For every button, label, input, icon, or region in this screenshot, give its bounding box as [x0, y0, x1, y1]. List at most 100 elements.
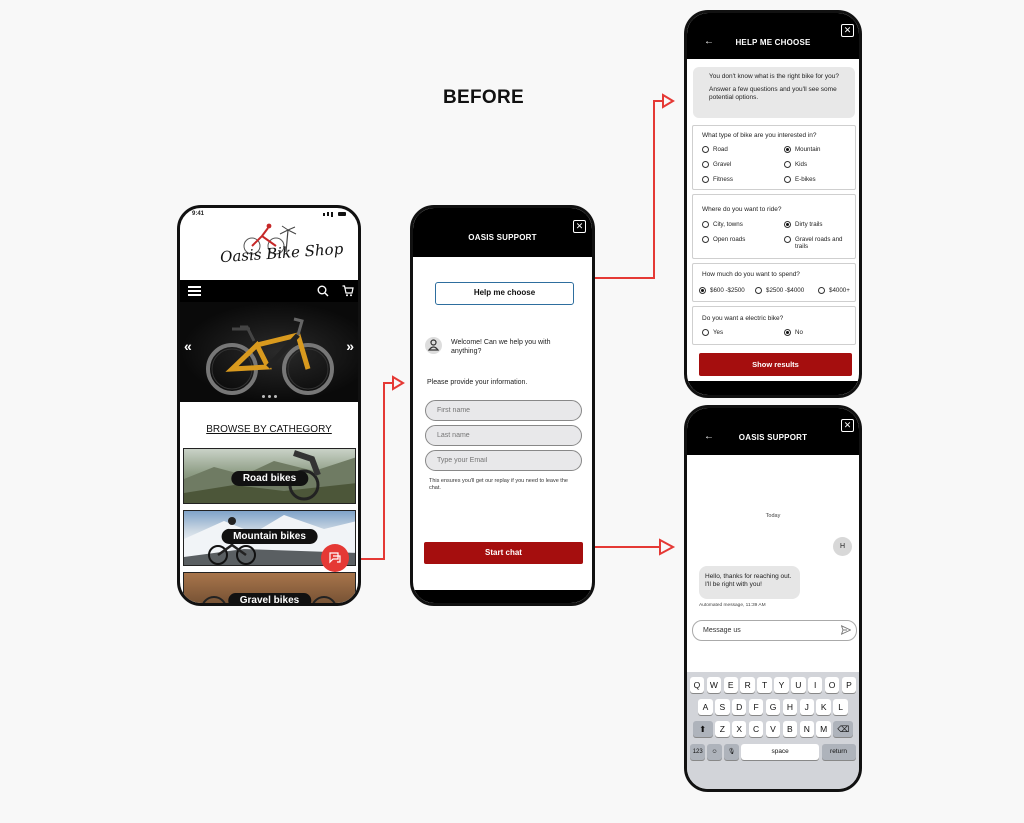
- key[interactable]: W: [706, 677, 722, 693]
- bottom-bar: [413, 590, 592, 603]
- message-input[interactable]: Message us: [692, 620, 857, 641]
- key[interactable]: Q: [689, 677, 705, 693]
- key[interactable]: V: [765, 721, 781, 737]
- key[interactable]: L: [833, 699, 848, 715]
- user-icon: [428, 339, 439, 351]
- option-e-bikes[interactable]: E-bikes: [784, 176, 816, 183]
- microphone-icon[interactable]: 🎙: [724, 744, 739, 760]
- keyboard-row-3: ⬆ Z X C V B N M ⌫: [687, 721, 859, 737]
- last-name-field[interactable]: [425, 425, 582, 446]
- question-budget: How much do you want to spend? $600 -$25…: [692, 263, 856, 302]
- key[interactable]: N: [799, 721, 815, 737]
- option-gravel-roads[interactable]: Gravel roads and trails: [784, 236, 850, 250]
- chat-fab-button[interactable]: [321, 544, 349, 572]
- key[interactable]: B: [782, 721, 798, 737]
- option-2500-4000[interactable]: $2500 -$4000: [755, 287, 804, 294]
- menu-icon[interactable]: [188, 286, 201, 296]
- start-chat-button[interactable]: Start chat: [424, 542, 583, 564]
- radio-button-selected[interactable]: [784, 221, 791, 228]
- keyboard-row-4: 123 ☺ 🎙 space return: [687, 744, 859, 760]
- option-mountain[interactable]: Mountain: [784, 146, 820, 153]
- key[interactable]: X: [731, 721, 747, 737]
- cart-icon[interactable]: [342, 285, 354, 297]
- key[interactable]: C: [748, 721, 764, 737]
- option-no[interactable]: No: [784, 329, 803, 336]
- question-label: Where do you want to ride?: [702, 206, 782, 213]
- key[interactable]: O: [824, 677, 840, 693]
- key[interactable]: A: [698, 699, 713, 715]
- option-600-2500[interactable]: $600 -$2500: [699, 287, 745, 294]
- first-name-field[interactable]: [425, 400, 582, 421]
- key[interactable]: Z: [715, 721, 730, 737]
- radio-button[interactable]: [702, 146, 709, 153]
- option-city-towns[interactable]: City, towns: [702, 221, 743, 228]
- key[interactable]: S: [715, 699, 730, 715]
- support-phone: OASIS SUPPORT ✕ Help me choose Welcome! …: [410, 205, 595, 606]
- category-gravel-bikes[interactable]: Gravel bikes: [183, 572, 356, 603]
- shop-navbar: [180, 280, 358, 302]
- option-4000-plus[interactable]: $4000+: [818, 287, 850, 294]
- support-header: OASIS SUPPORT ✕: [413, 208, 592, 257]
- radio-button[interactable]: [784, 176, 791, 183]
- send-icon[interactable]: [841, 625, 851, 635]
- key[interactable]: M: [816, 721, 831, 737]
- return-key[interactable]: return: [821, 744, 856, 760]
- carousel-dots[interactable]: [262, 395, 277, 398]
- radio-button[interactable]: [702, 236, 709, 243]
- option-kids[interactable]: Kids: [784, 161, 807, 168]
- backspace-key[interactable]: ⌫: [833, 721, 854, 737]
- chooser-header: ← HELP ME CHOOSE ✕: [687, 13, 859, 59]
- option-open-roads[interactable]: Open roads: [702, 236, 745, 243]
- key[interactable]: G: [765, 699, 781, 715]
- space-key[interactable]: space: [741, 744, 820, 760]
- radio-button[interactable]: [702, 221, 709, 228]
- radio-button[interactable]: [784, 161, 791, 168]
- radio-button[interactable]: [702, 161, 709, 168]
- key[interactable]: T: [757, 677, 772, 693]
- radio-button[interactable]: [702, 176, 709, 183]
- close-icon[interactable]: ✕: [841, 419, 854, 432]
- bottom-bar: [687, 381, 859, 395]
- key[interactable]: U: [791, 677, 806, 693]
- chooser-phone: ← HELP ME CHOOSE ✕ You don't know what i…: [684, 10, 862, 398]
- automated-message-note: Automated message, 11:39 AM: [699, 603, 766, 608]
- radio-button-selected[interactable]: [784, 329, 791, 336]
- chat-header: ← OASIS SUPPORT ✕: [687, 408, 859, 455]
- search-icon[interactable]: [317, 285, 329, 297]
- key[interactable]: K: [816, 699, 831, 715]
- close-icon[interactable]: ✕: [841, 24, 854, 37]
- key[interactable]: Y: [774, 677, 789, 693]
- option-yes[interactable]: Yes: [702, 329, 723, 336]
- option-dirty-trails[interactable]: Dirty trails: [784, 221, 823, 228]
- help-me-choose-button[interactable]: Help me choose: [435, 282, 574, 305]
- key[interactable]: R: [740, 677, 755, 693]
- key[interactable]: F: [748, 699, 764, 715]
- numbers-key[interactable]: 123: [690, 744, 705, 760]
- emoji-key[interactable]: ☺: [707, 744, 722, 760]
- radio-button[interactable]: [818, 287, 825, 294]
- radio-button[interactable]: [702, 329, 709, 336]
- show-results-button[interactable]: Show results: [699, 353, 852, 376]
- question-electric: Do you want a electric bike? Yes No: [692, 306, 856, 345]
- radio-button[interactable]: [784, 236, 791, 243]
- key[interactable]: J: [799, 699, 815, 715]
- key[interactable]: D: [731, 699, 747, 715]
- option-fitness[interactable]: Fitness: [702, 176, 733, 183]
- hero-carousel[interactable]: « »: [180, 302, 358, 402]
- email-field[interactable]: [425, 450, 582, 471]
- shift-key[interactable]: ⬆: [692, 721, 713, 737]
- key[interactable]: H: [782, 699, 798, 715]
- radio-button-selected[interactable]: [699, 287, 706, 294]
- key[interactable]: E: [723, 677, 739, 693]
- radio-button-selected[interactable]: [784, 146, 791, 153]
- key[interactable]: P: [841, 677, 857, 693]
- carousel-prev-button[interactable]: «: [184, 338, 192, 354]
- option-road[interactable]: Road: [702, 146, 728, 153]
- radio-button[interactable]: [755, 287, 762, 294]
- option-gravel[interactable]: Gravel: [702, 161, 731, 168]
- category-road-bikes[interactable]: Road bikes: [183, 448, 356, 504]
- chat-phone: ← OASIS SUPPORT ✕ Today H Hello, thanks …: [684, 405, 862, 792]
- key[interactable]: I: [807, 677, 823, 693]
- carousel-next-button[interactable]: »: [346, 338, 354, 354]
- close-icon[interactable]: ✕: [573, 220, 586, 233]
